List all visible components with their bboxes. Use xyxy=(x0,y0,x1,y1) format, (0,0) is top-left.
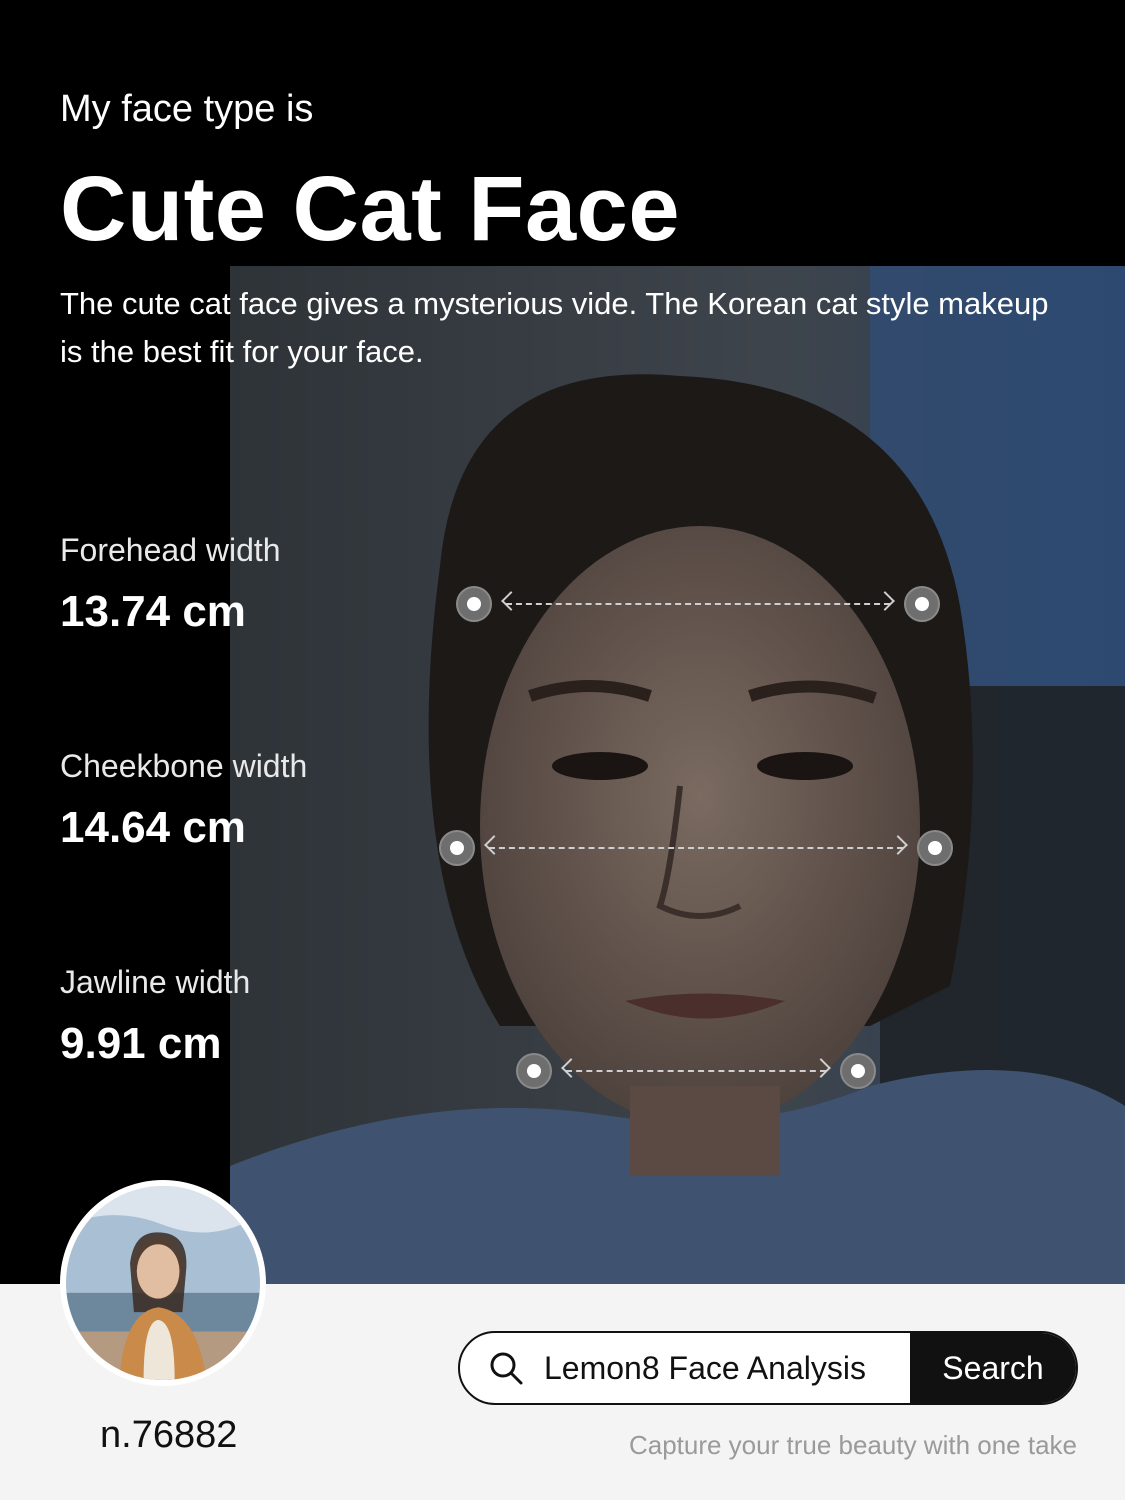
face-type-subtitle: My face type is xyxy=(60,88,314,130)
face-photo xyxy=(230,266,1125,1284)
measure-dash xyxy=(489,847,903,849)
measure-dot-icon xyxy=(840,1053,876,1089)
jawline-measure-line xyxy=(516,1053,876,1089)
arrow-right-icon xyxy=(875,591,895,611)
metric-jawline: Jawline width 9.91 cm xyxy=(60,964,250,1069)
measure-dot-icon xyxy=(917,830,953,866)
measure-dot-icon xyxy=(516,1053,552,1089)
arrow-right-icon xyxy=(811,1058,831,1078)
arrow-left-icon xyxy=(501,591,521,611)
face-type-title: Cute Cat Face xyxy=(60,158,680,260)
measure-dot-icon xyxy=(439,830,475,866)
search-icon xyxy=(490,1352,523,1385)
metric-value: 13.74 cm xyxy=(60,587,246,636)
avatar[interactable] xyxy=(60,1180,266,1386)
measure-dot-icon xyxy=(904,586,940,622)
face-type-description: The cute cat face gives a mysterious vid… xyxy=(60,286,1049,369)
metric-value: 14.64 cm xyxy=(60,803,246,852)
cheekbone-measure-line xyxy=(439,830,953,866)
measure-dot-icon xyxy=(456,586,492,622)
search-input[interactable]: Lemon8 Face Analysis xyxy=(544,1350,866,1387)
measure-dash xyxy=(566,1070,826,1072)
search-bar[interactable]: Lemon8 Face Analysis Search xyxy=(458,1331,1078,1405)
arrow-left-icon xyxy=(484,835,504,855)
metric-forehead: Forehead width 13.74 cm xyxy=(60,532,281,637)
username: n.76882 xyxy=(100,1414,238,1456)
metric-label: Cheekbone width xyxy=(60,748,308,784)
metric-label: Jawline width xyxy=(60,964,251,1000)
search-button[interactable]: Search xyxy=(910,1333,1076,1403)
tagline: Capture your true beauty with one take xyxy=(628,1430,1077,1460)
metric-cheekbone: Cheekbone width 14.64 cm xyxy=(60,748,307,853)
forehead-measure-line xyxy=(456,586,940,622)
metric-value: 9.91 cm xyxy=(60,1019,222,1068)
search-field[interactable]: Lemon8 Face Analysis xyxy=(460,1333,910,1403)
measure-dash xyxy=(506,603,890,605)
arrow-right-icon xyxy=(888,835,908,855)
arrow-left-icon xyxy=(561,1058,581,1078)
metric-label: Forehead width xyxy=(60,532,281,568)
